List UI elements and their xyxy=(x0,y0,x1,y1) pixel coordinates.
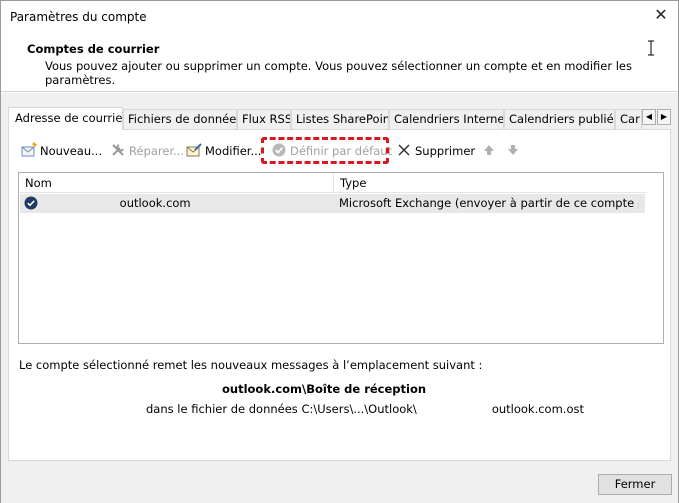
dialog-body: Adresse de courrier Fichiers de données … xyxy=(1,93,678,503)
move-down-button[interactable] xyxy=(505,142,524,160)
section-description: Vous pouvez ajouter ou supprimer un comp… xyxy=(45,59,632,87)
set-default-highlight xyxy=(261,137,389,164)
tab-published-calendars[interactable]: Calendriers publiés xyxy=(504,109,615,129)
delivery-location-label: Le compte sélectionné remet les nouveaux… xyxy=(19,358,483,372)
arrow-up-icon xyxy=(484,145,494,155)
accounts-list[interactable]: Nom Type outlook.com Microsoft Exchange … xyxy=(18,172,664,344)
tab-scroll-left-icon[interactable]: ◀ xyxy=(642,109,656,125)
account-name-suffix: outlook.com xyxy=(119,196,191,210)
account-name-cell: outlook.com xyxy=(24,194,334,213)
remove-button[interactable]: Supprimer xyxy=(396,142,475,160)
accounts-list-header: Nom Type xyxy=(19,173,646,193)
data-file-prefix: dans le fichier de données C:\Users\...\… xyxy=(146,402,417,416)
close-icon[interactable]: ✕ xyxy=(653,6,669,24)
account-settings-dialog: Paramètres du compte ✕ Comptes de courri… xyxy=(0,0,679,503)
delivery-data-file: dans le fichier de données C:\Users\...\… xyxy=(146,402,584,416)
modify-button[interactable]: Modifier... xyxy=(186,142,261,160)
accounts-list-scrollbar[interactable] xyxy=(646,173,663,343)
tab-strip: Adresse de courrier Fichiers de données … xyxy=(8,107,671,130)
remove-label: Supprimer xyxy=(415,144,476,158)
arrow-down-icon xyxy=(508,145,518,155)
new-mail-icon xyxy=(21,142,37,157)
column-header-type[interactable]: Type xyxy=(333,173,646,193)
repair-label: Réparer... xyxy=(129,144,185,158)
delivery-mailbox-suffix: outlook.com\Boîte de réception xyxy=(222,382,427,396)
modify-label: Modifier... xyxy=(205,144,262,158)
account-row[interactable]: outlook.com Microsoft Exchange (envoyer … xyxy=(20,194,645,213)
new-account-label: Nouveau... xyxy=(40,144,103,158)
tab-rss-feeds[interactable]: Flux RSS xyxy=(237,109,291,129)
email-tab-panel: Nouveau... Réparer... Modifier... Défini… xyxy=(8,129,671,461)
tab-scroll-right-icon[interactable]: ▶ xyxy=(657,109,671,125)
tools-icon xyxy=(112,144,124,156)
tab-sharepoint-lists[interactable]: Listes SharePoint xyxy=(291,109,389,129)
dialog-header: Comptes de courrier Vous pouvez ajouter … xyxy=(1,32,678,92)
column-header-name[interactable]: Nom xyxy=(19,173,333,193)
text-cursor-icon xyxy=(648,40,654,56)
title-bar: Paramètres du compte ✕ xyxy=(1,1,678,32)
data-file-suffix: outlook.com.ost xyxy=(491,402,584,416)
tab-email[interactable]: Adresse de courrier xyxy=(8,107,123,130)
section-title: Comptes de courrier xyxy=(27,42,160,56)
repair-button[interactable]: Réparer... xyxy=(110,142,184,160)
move-up-button[interactable] xyxy=(481,142,500,160)
delivery-mailbox: outlook.com\Boîte de réception xyxy=(144,382,426,396)
delete-x-icon xyxy=(398,144,410,156)
tab-address-books[interactable]: Car xyxy=(615,109,642,129)
tab-data-files[interactable]: Fichiers de données xyxy=(123,109,237,129)
default-account-check-icon xyxy=(24,196,38,210)
close-button[interactable]: Fermer xyxy=(598,474,672,495)
tab-internet-calendars[interactable]: Calendriers Internet xyxy=(389,109,504,129)
new-account-button[interactable]: Nouveau... xyxy=(21,142,102,160)
account-type-cell: Microsoft Exchange (envoyer à partir de … xyxy=(339,196,639,210)
dialog-title: Paramètres du compte xyxy=(10,10,147,24)
edit-mail-icon xyxy=(186,143,202,157)
